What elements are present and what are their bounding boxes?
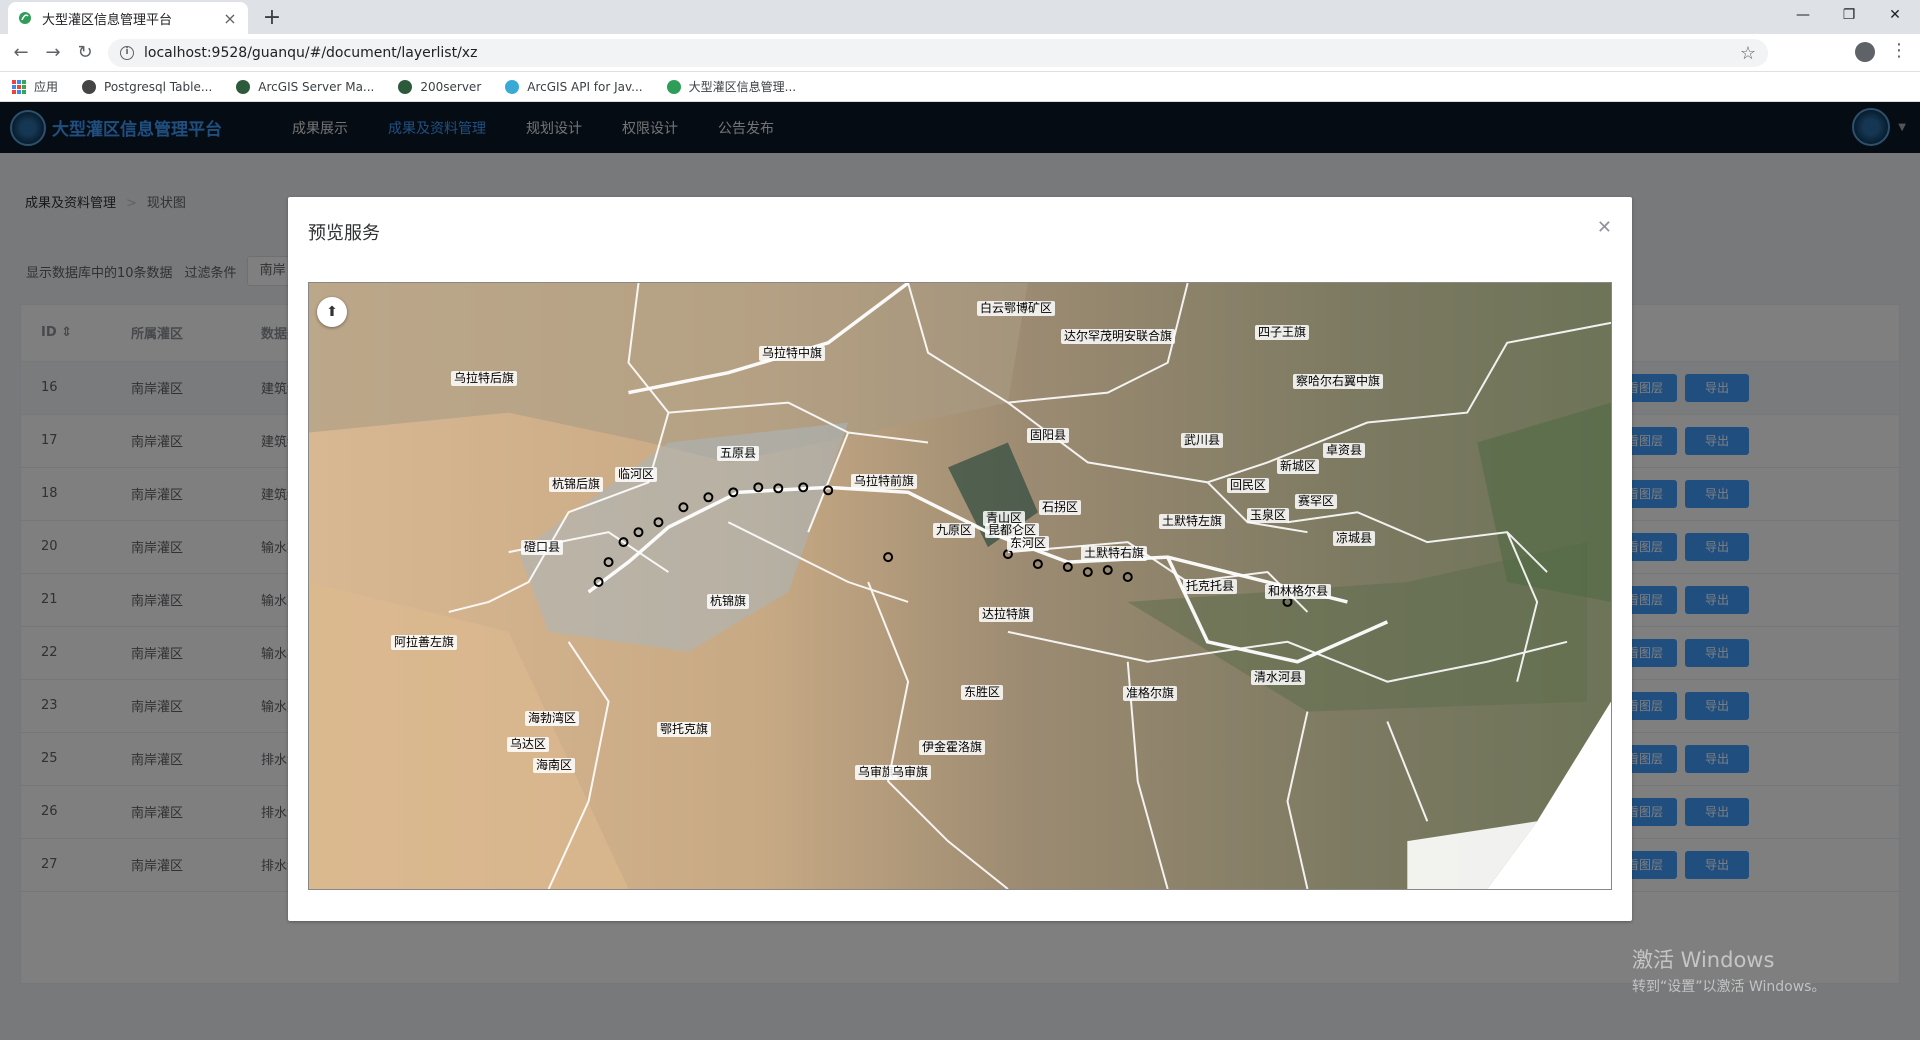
map-district-label: 土默特右旗: [1081, 546, 1148, 561]
map-district-label: 东河区: [1007, 536, 1050, 551]
bookmark-arcgis-server[interactable]: ArcGIS Server Ma...: [236, 79, 374, 94]
map-district-label: 乌拉特前旗: [851, 474, 918, 489]
bookmark-apps[interactable]: 应用: [12, 78, 58, 95]
tab-close-icon[interactable]: ×: [222, 9, 238, 28]
address-bar: ← → ↻ i localhost:9528/guanqu/#/document…: [0, 34, 1920, 72]
url-text: localhost:9528/guanqu/#/document/layerli…: [144, 45, 478, 61]
map-district-label: 凉城县: [1333, 531, 1376, 546]
apps-grid-icon: [12, 79, 26, 94]
reload-icon[interactable]: ↻: [72, 40, 98, 66]
window-close-icon[interactable]: ✕: [1872, 0, 1918, 30]
site-favicon-icon: [666, 79, 681, 94]
map-district-label: 乌审旗: [889, 765, 932, 780]
globe-icon: [82, 79, 97, 94]
map-district-label: 石拐区: [1039, 500, 1082, 515]
map-district-label: 达尔罕茂明安联合旗: [1061, 329, 1176, 344]
restore-icon[interactable]: ❐: [1826, 0, 1872, 30]
map-district-label: 达拉特旗: [979, 607, 1034, 622]
bookmark-star-icon[interactable]: ☆: [1740, 43, 1756, 64]
browser-tab[interactable]: 大型灌区信息管理平台 ×: [8, 2, 248, 34]
map-district-label: 四子王旗: [1255, 325, 1310, 340]
map-district-label: 阿拉善左旗: [391, 635, 458, 650]
url-input[interactable]: i localhost:9528/guanqu/#/document/layer…: [108, 39, 1768, 67]
map-district-label: 杭锦后旗: [549, 477, 604, 492]
map-district-label: 鄂托克旗: [657, 722, 712, 737]
map-district-label: 卓资县: [1323, 443, 1366, 458]
map-district-label: 和林格尔县: [1265, 584, 1332, 599]
map-district-label: 乌拉特后旗: [451, 371, 518, 386]
watermark-title: 激活 Windows: [1632, 948, 1775, 972]
map-district-label: 东胜区: [961, 685, 1004, 700]
browser-menu-icon[interactable]: ⋮: [1890, 40, 1908, 61]
compass-icon[interactable]: ⬆: [317, 297, 347, 327]
tab-title: 大型灌区信息管理平台: [42, 12, 173, 28]
map-district-label: 回民区: [1227, 478, 1270, 493]
bookmark-arcgis-api[interactable]: ArcGIS API for Jav...: [505, 79, 643, 94]
map-district-label: 固阳县: [1027, 428, 1070, 443]
map-district-label: 武川县: [1181, 433, 1224, 448]
map-district-label: 赛罕区: [1295, 494, 1338, 509]
map-district-label: 新城区: [1277, 459, 1320, 474]
arcgis-icon: [236, 79, 251, 94]
map-district-label: 白云鄂博矿区: [977, 301, 1056, 316]
close-icon[interactable]: ✕: [1597, 217, 1612, 238]
map-district-label: 土默特左旗: [1159, 514, 1226, 529]
map-district-label: 九原区: [933, 523, 976, 538]
map-district-label: 玉泉区: [1247, 508, 1290, 523]
windows-activation-watermark: 激活 Windows 转到“设置”以激活 Windows。: [1632, 944, 1825, 996]
minimize-icon[interactable]: —: [1780, 0, 1826, 30]
dialog-title: 预览服务: [308, 223, 380, 244]
map-district-label: 临河区: [615, 467, 658, 482]
map-district-label: 托克托县: [1183, 579, 1238, 594]
map-district-label: 准格尔旗: [1123, 686, 1178, 701]
bookmark-200server[interactable]: 200server: [398, 79, 481, 94]
map-district-label: 伊金霍洛旗: [919, 740, 986, 755]
arcgis-icon: [398, 79, 413, 94]
map-district-label: 杭锦旗: [707, 594, 750, 609]
site-favicon-icon: [19, 12, 31, 24]
map-district-label: 清水河县: [1251, 670, 1306, 685]
map-district-label: 乌拉特中旗: [759, 346, 826, 361]
map-district-label: 乌达区: [507, 737, 550, 752]
preview-service-dialog: 预览服务 ✕ ⬆ 白云鄂博矿区 达尔罕茂明安联合旗 四子王旗 乌拉特中旗 乌拉特…: [288, 197, 1632, 921]
browser-tab-bar: 大型灌区信息管理平台 × + — ❐ ✕: [0, 0, 1920, 34]
bookmarks-bar: 应用 Postgresql Table... ArcGIS Server Ma.…: [0, 72, 1920, 102]
forward-icon[interactable]: →: [40, 40, 66, 66]
site-info-icon[interactable]: i: [120, 46, 134, 60]
bookmark-platform[interactable]: 大型灌区信息管理...: [666, 78, 796, 95]
map-district-label: 五原县: [717, 446, 760, 461]
map-view[interactable]: ⬆ 白云鄂博矿区 达尔罕茂明安联合旗 四子王旗乌拉特中旗乌拉特后旗 察哈尔右翼中旗固阳…: [308, 282, 1612, 890]
arcgis-api-icon: [505, 79, 520, 94]
map-district-label: 察哈尔右翼中旗: [1293, 374, 1384, 389]
map-district-label: 海南区: [533, 758, 576, 773]
map-district-label: 海勃湾区: [525, 711, 580, 726]
watermark-subtitle: 转到“设置”以激活 Windows。: [1632, 979, 1826, 995]
profile-icon[interactable]: [1855, 42, 1875, 62]
new-tab-icon[interactable]: +: [258, 4, 286, 32]
map-district-label: 磴口县: [521, 540, 564, 555]
back-icon[interactable]: ←: [8, 40, 34, 66]
bookmark-postgresql[interactable]: Postgresql Table...: [82, 79, 212, 94]
